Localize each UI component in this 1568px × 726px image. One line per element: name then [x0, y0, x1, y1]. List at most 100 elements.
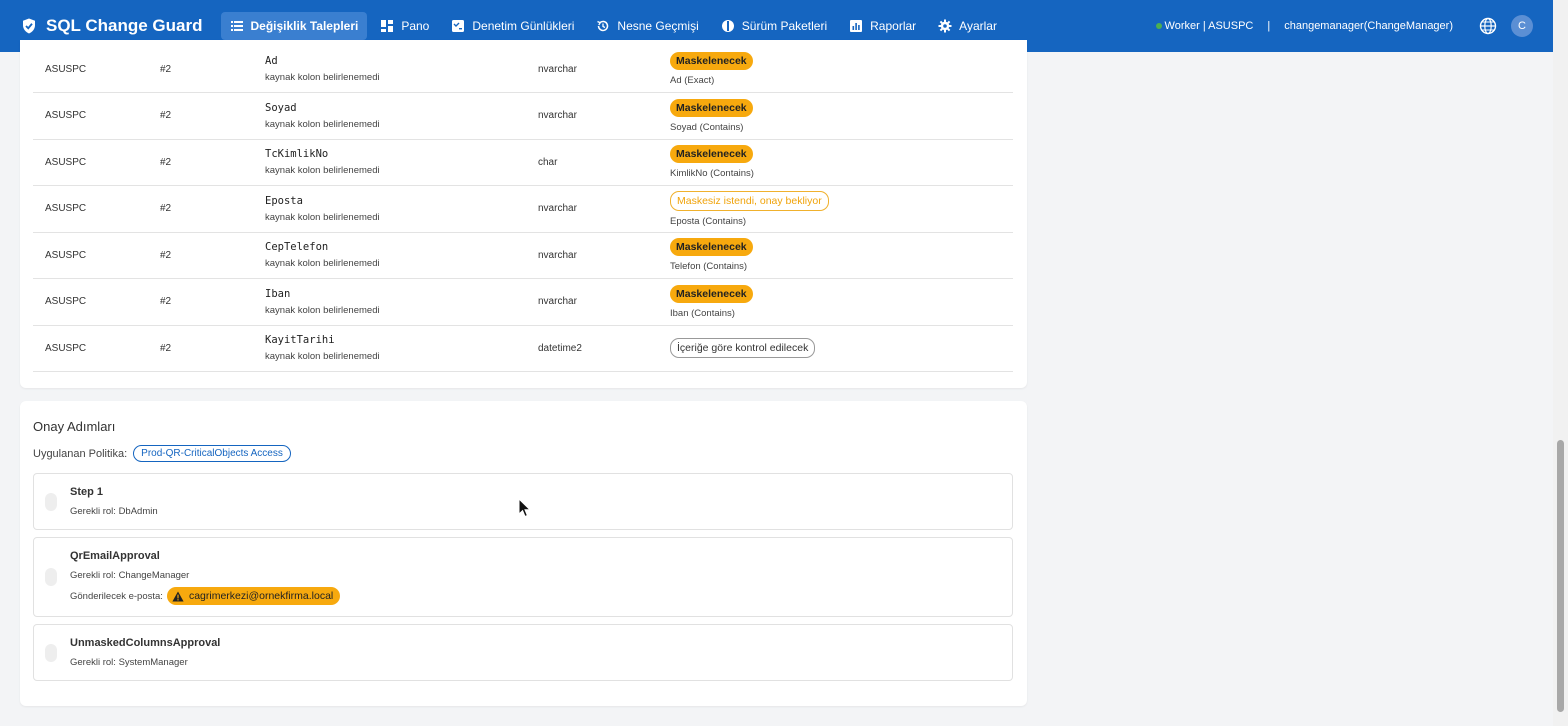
- worker-status: Worker | ASUSPC: [1155, 20, 1254, 32]
- globe-icon[interactable]: [1479, 17, 1497, 35]
- shield-check-icon: [23, 18, 35, 34]
- cell-column: KayitTarihi kaynak kolon belirlenemedi: [253, 325, 526, 372]
- status-badge: Maskelenecek: [670, 284, 753, 303]
- status-badge: İçeriğe göre kontrol edilecek: [670, 338, 816, 359]
- status-badge: Maskelenecek: [670, 98, 753, 117]
- cell-request: #2: [160, 296, 172, 308]
- cell-type: nvarchar: [538, 296, 577, 308]
- scrollbar-thumb[interactable]: [1557, 440, 1564, 712]
- cell-server: ASUSPC: [45, 249, 87, 261]
- cell-status: Maskelenecek KimlikNo (Contains): [658, 139, 1013, 186]
- cell-status: Maskelenecek Iban (Contains): [658, 279, 1013, 326]
- nav-settings[interactable]: Ayarlar: [929, 12, 1006, 40]
- column-name: Ad: [265, 55, 278, 67]
- cell-type: nvarchar: [538, 63, 577, 75]
- policy-chip[interactable]: Prod-QR-CriticalObjects Access: [133, 445, 291, 462]
- section-title: Onay Adımları: [33, 419, 116, 434]
- cell-column: Ad kaynak kolon belirlenemedi: [253, 46, 526, 93]
- worker-label: Worker | ASUSPC: [1164, 20, 1254, 32]
- cell-request: #2: [160, 342, 172, 354]
- table-row: ASUSPC #2 CepTelefon kaynak kolon belirlene…: [33, 232, 1013, 279]
- column-source: kaynak kolon belirlenemedi: [265, 72, 380, 83]
- column-name: Eposta: [265, 194, 303, 207]
- nav-label: Değişiklik Talepleri: [250, 19, 359, 33]
- nav-label: Denetim Günlükleri: [472, 19, 575, 33]
- nav-reports[interactable]: Raporlar: [840, 12, 925, 40]
- avatar[interactable]: C: [1511, 15, 1533, 37]
- nav-object-history[interactable]: Nesne Geçmişi: [587, 12, 707, 40]
- cell-request: #2: [160, 156, 172, 168]
- column-source: kaynak kolon belirlenemedi: [265, 211, 380, 223]
- app-brand[interactable]: SQL Change Guard: [20, 16, 203, 36]
- nav-change-requests[interactable]: Değişiklik Talepleri: [220, 12, 368, 40]
- cell-request: #2: [160, 249, 172, 261]
- nav-label: Sürüm Paketleri: [741, 19, 828, 33]
- nav-audit-logs[interactable]: Denetim Günlükleri: [442, 12, 583, 40]
- table-row: ASUSPC #2 Eposta kaynak kolon belirlenemedi…: [33, 186, 1013, 232]
- step-role: Gerekli rol: SystemManager: [70, 657, 188, 668]
- cell-server: ASUSPC: [45, 156, 87, 168]
- table-row: ASUSPC #2 KayitTarihi kaynak kolon belirlen…: [33, 325, 1013, 372]
- nav-label: Ayarlar: [959, 19, 997, 33]
- warning-icon: [172, 591, 184, 601]
- mask-rule: Soyad (Contains): [670, 121, 744, 133]
- cell-server: ASUSPC: [45, 296, 87, 308]
- column-name: Iban: [265, 287, 291, 300]
- step-name: UnmaskedColumnsApproval: [70, 637, 221, 649]
- step-role: Gerekli rol: ChangeManager: [70, 570, 190, 581]
- email-address: cagrimerkezi@ornekfirma.local: [188, 590, 334, 602]
- online-dot-icon: [1155, 23, 1162, 29]
- masking-columns-card: ASUSPC #2 Ad kaynak kolon belirlenemedi nvar…: [20, 40, 1027, 388]
- column-source: kaynak kolon belirlenemedi: [265, 304, 380, 316]
- cell-server: ASUSPC: [45, 110, 87, 122]
- gear-icon: [938, 19, 952, 33]
- step-name: QrEmailApproval: [70, 550, 160, 562]
- mask-rule: Telefon (Contains): [670, 261, 748, 273]
- cell-type: char: [538, 156, 558, 168]
- status-badge: Maskelenecek: [670, 238, 753, 257]
- cell-type: datetime2: [538, 342, 582, 354]
- cell-server: ASUSPC: [45, 63, 87, 75]
- nav-dashboard[interactable]: Pano: [371, 12, 438, 40]
- cell-status: Maskelenecek Ad (Exact): [658, 46, 1013, 93]
- email-chip: cagrimerkezi@ornekfirma.local: [166, 587, 341, 605]
- table-row: ASUSPC #2 TcKimlikNo kaynak kolon belirlene…: [33, 139, 1013, 186]
- column-source: kaynak kolon belirlenemedi: [265, 118, 380, 130]
- app-title: SQL Change Guard: [46, 16, 203, 35]
- cell-column: CepTelefon kaynak kolon belirlenemedi: [253, 232, 526, 279]
- nav-label: Nesne Geçmişi: [617, 19, 699, 33]
- table-row: ASUSPC #2 Iban kaynak kolon belirlenemedi nv…: [33, 279, 1013, 326]
- approval-steps-card: Onay Adımları Uygulanan Politika: Prod-Q…: [20, 401, 1027, 706]
- cell-type: nvarchar: [538, 203, 577, 215]
- package-icon: [721, 20, 734, 32]
- cell-column: TcKimlikNo kaynak kolon belirlenemedi: [253, 139, 526, 186]
- mask-rule: Ad (Exact): [670, 75, 715, 86]
- nav-release-packages[interactable]: Sürüm Paketleri: [712, 12, 836, 40]
- cell-column: Soyad kaynak kolon belirlenemedi: [253, 93, 526, 140]
- main-nav: Değişiklik Talepleri Pano Denetim Günlük…: [220, 12, 1006, 40]
- table-row: ASUSPC #2 Ad kaynak kolon belirlenemedi nvar…: [33, 46, 1013, 93]
- current-user[interactable]: changemanager(ChangeManager): [1284, 20, 1453, 32]
- cell-status: İçeriğe göre kontrol edilecek: [658, 325, 1013, 372]
- separator: |: [1267, 20, 1271, 32]
- page-scrollbar[interactable]: [1553, 0, 1568, 726]
- column-source: kaynak kolon belirlenemedi: [265, 165, 380, 177]
- cell-request: #2: [160, 203, 172, 215]
- audit-log-icon: [452, 20, 465, 32]
- cell-request: #2: [160, 63, 172, 75]
- column-name: TcKimlikNo: [265, 148, 329, 161]
- cell-server: ASUSPC: [45, 342, 87, 354]
- chart-icon: [850, 20, 863, 32]
- policy-row: Uygulanan Politika: Prod-QR-CriticalObje…: [33, 445, 291, 462]
- column-source: kaynak kolon belirlenemedi: [265, 351, 380, 363]
- cell-status: Maskelenecek Telefon (Contains): [658, 232, 1013, 279]
- column-name: KayitTarihi: [265, 334, 335, 347]
- mask-rule: KimlikNo (Contains): [670, 168, 754, 180]
- cell-column: Iban kaynak kolon belirlenemedi: [253, 279, 526, 326]
- step-role: Gerekli rol: DbAdmin: [70, 506, 158, 517]
- step-name: Step 1: [70, 486, 104, 498]
- step-status-icon: [45, 568, 57, 586]
- cell-status: Maskelenecek Soyad (Contains): [658, 93, 1013, 140]
- history-icon: [597, 20, 609, 32]
- cell-type: nvarchar: [538, 110, 577, 122]
